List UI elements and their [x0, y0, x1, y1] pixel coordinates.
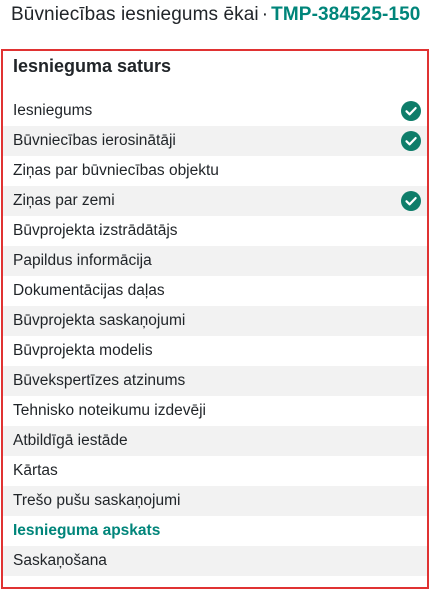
section-item[interactable]: Saskaņošana [3, 546, 427, 576]
section-item[interactable]: Būvekspertīzes atzinums [3, 366, 427, 396]
section-label: Būvprojekta modelis [13, 342, 153, 359]
section-item[interactable]: Būvprojekta izstrādātājs [3, 216, 427, 246]
section-label: Papildus informācija [13, 252, 152, 269]
section-item[interactable]: Iesnieguma apskats [3, 516, 427, 546]
section-label: Būvprojekta saskaņojumi [13, 312, 186, 329]
section-item[interactable]: Papildus informācija [3, 246, 427, 276]
check-circle-icon [401, 131, 421, 151]
section-label: Saskaņošana [13, 552, 107, 569]
section-label: Dokumentācijas daļas [13, 282, 165, 299]
page: Būvniecības iesniegums ēkai · TMP-384525-1… [0, 0, 437, 592]
section-item[interactable]: Iesniegums [3, 96, 427, 126]
section-item[interactable]: Būvniecības ierosinātāji [3, 126, 427, 156]
section-item[interactable]: Būvprojekta modelis [3, 336, 427, 366]
section-label: Būvprojekta izstrādātājs [13, 222, 178, 239]
section-item[interactable]: Ziņas par zemi [3, 186, 427, 216]
section-item[interactable]: Tehnisko noteikumu izdevēji [3, 396, 427, 426]
application-contents-panel: Iesnieguma saturs Iesniegums Būvniecības… [1, 49, 429, 589]
section-item[interactable]: Atbildīgā iestāde [3, 426, 427, 456]
title-separator: · [261, 4, 269, 25]
section-label: Ziņas par būvniecības objektu [13, 162, 219, 179]
page-header: Būvniecības iesniegums ēkai · TMP-384525-1… [11, 4, 420, 26]
section-list: Iesniegums Būvniecības ierosinātāji Ziņa… [3, 96, 427, 576]
section-item[interactable]: Būvprojekta saskaņojumi [3, 306, 427, 336]
section-item[interactable]: Kārtas [3, 456, 427, 486]
section-label: Būvekspertīzes atzinums [13, 372, 186, 389]
panel-title: Iesnieguma saturs [13, 56, 172, 76]
section-item[interactable]: Dokumentācijas daļas [3, 276, 427, 306]
section-label: Tehnisko noteikumu izdevēji [13, 402, 206, 419]
section-label: Iesnieguma apskats [13, 522, 161, 539]
page-title: Būvniecības iesniegums ēkai [11, 4, 259, 25]
application-code: TMP-384525-150 [271, 4, 421, 25]
section-label: Iesniegums [13, 102, 93, 119]
section-label: Kārtas [13, 462, 58, 479]
section-label: Ziņas par zemi [13, 192, 115, 209]
section-label: Būvniecības ierosinātāji [13, 132, 176, 149]
section-item[interactable]: Trešo pušu saskaņojumi [3, 486, 427, 516]
section-label: Atbildīgā iestāde [13, 432, 128, 449]
check-circle-icon [401, 191, 421, 211]
section-label: Trešo pušu saskaņojumi [13, 492, 181, 509]
check-circle-icon [401, 101, 421, 121]
section-item[interactable]: Ziņas par būvniecības objektu [3, 156, 427, 186]
